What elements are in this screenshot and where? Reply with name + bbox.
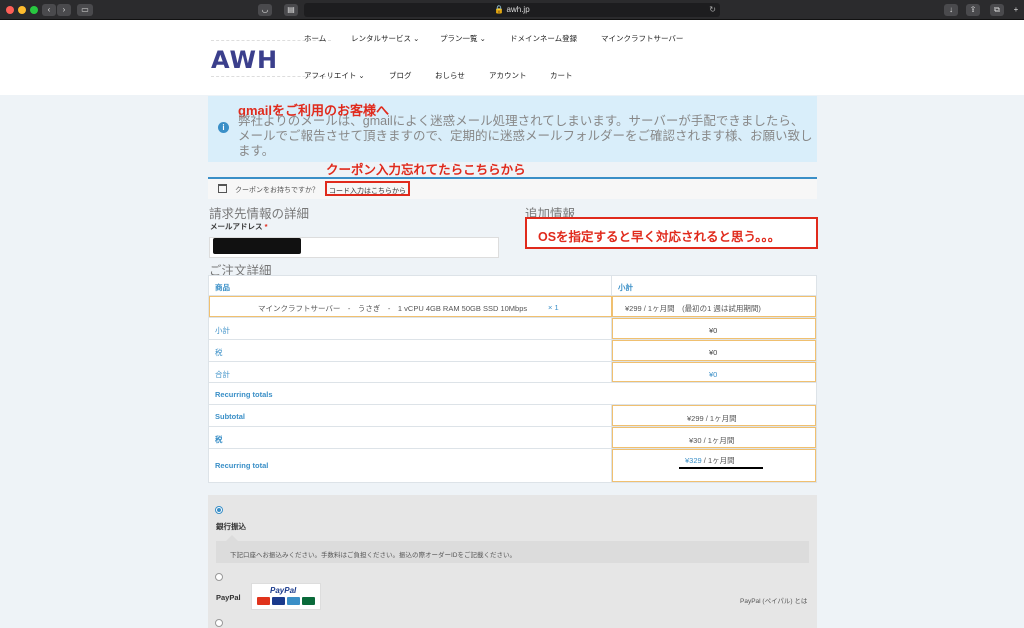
bank-desc-text: 下記口座へお振込みください。手数料はご負担ください。振込の際オーダーIDをご記載… bbox=[230, 552, 516, 559]
tax-label: 税 bbox=[215, 348, 223, 357]
required-mark: * bbox=[264, 222, 268, 231]
minimize-window-button[interactable] bbox=[18, 6, 26, 14]
billing-heading: 請求先情報の詳細 bbox=[209, 207, 310, 221]
email-label: メールアドレス * bbox=[210, 221, 268, 232]
os-annotation: OSを指定すると早く対応されると思う。。。 bbox=[538, 230, 781, 244]
coupon-question: クーポンをお持ちですか？ bbox=[235, 187, 319, 194]
paypal-radio[interactable] bbox=[215, 573, 223, 581]
nav-domain[interactable]: ドメインネーム登録 bbox=[510, 33, 577, 44]
calendar-icon bbox=[218, 184, 227, 193]
site-logo[interactable]: AWH bbox=[211, 46, 278, 74]
redacted-note bbox=[679, 467, 763, 469]
amex-icon bbox=[287, 597, 300, 605]
table-header-row: 商品 小計 bbox=[209, 276, 816, 296]
table-row: 税 ¥30 / 1ヶ月間 bbox=[209, 427, 816, 449]
reader-icon[interactable]: ▤ bbox=[284, 4, 298, 16]
recurring-subtotal-value: ¥299 / 1ヶ月間 bbox=[687, 414, 737, 423]
order-table: 商品 小計 マインクラフトサーバー - うさぎ - 1 vCPU 4GB RAM… bbox=[208, 275, 817, 483]
paypal-logo: PayPal bbox=[251, 583, 321, 610]
item-price: ¥299 / 1ヶ月間 (最初の1 週は試用期間) bbox=[625, 304, 761, 313]
nav-cart[interactable]: カート bbox=[550, 70, 573, 81]
coupon-annotation: クーポン入力忘れてたらこちらから bbox=[326, 163, 526, 177]
table-row: マインクラフトサーバー - うさぎ - 1 vCPU 4GB RAM 50GB … bbox=[209, 296, 816, 318]
nav-home[interactable]: ホーム bbox=[304, 33, 326, 44]
recurring-total-amount: ¥329 bbox=[685, 456, 702, 465]
back-icon[interactable]: ‹ bbox=[42, 4, 56, 16]
nav-rental-services[interactable]: レンタルサービス ⌄ bbox=[351, 33, 419, 44]
nav-news[interactable]: おしらせ bbox=[435, 70, 465, 81]
nav-blog[interactable]: ブログ bbox=[389, 70, 412, 81]
col-subtotal: 小計 bbox=[618, 283, 633, 292]
zoom-window-button[interactable] bbox=[30, 6, 38, 14]
table-row: Subtotal ¥299 / 1ヶ月間 bbox=[209, 405, 816, 427]
tax-value: ¥0 bbox=[709, 348, 718, 357]
recurring-total-period: / 1ヶ月間 bbox=[701, 456, 735, 465]
new-tab-icon[interactable]: + bbox=[1010, 4, 1022, 16]
address-bar[interactable]: 🔒 awh.jp ↻ bbox=[304, 3, 720, 17]
paypal-info-link[interactable]: PayPal (ペイパル) とは bbox=[740, 595, 807, 605]
mastercard-icon bbox=[257, 597, 270, 605]
nav-account[interactable]: アカウント bbox=[489, 70, 527, 81]
nav-plans[interactable]: プラン一覧 ⌄ bbox=[440, 33, 486, 44]
sidebar-icon[interactable]: ▭ bbox=[77, 4, 93, 16]
subtotal-value: ¥0 bbox=[709, 326, 718, 335]
bank-transfer-description: 下記口座へお振込みください。手数料はご負担ください。振込の際オーダーIDをご記載… bbox=[216, 535, 809, 563]
bank-transfer-radio[interactable] bbox=[215, 506, 223, 514]
table-row: 小計 ¥0 bbox=[209, 318, 816, 340]
nav-minecraft[interactable]: マインクラフトサーバー bbox=[601, 33, 683, 44]
table-row: 税 ¥0 bbox=[209, 340, 816, 362]
info-icon: i bbox=[218, 122, 229, 133]
close-window-button[interactable] bbox=[6, 6, 14, 14]
table-row: Recurring total ¥329 / 1ヶ月間 bbox=[209, 449, 816, 482]
nav-affiliate[interactable]: アフィリエイト ⌄ bbox=[304, 70, 365, 81]
pocket-icon[interactable]: ◡ bbox=[258, 4, 272, 16]
recurring-tax-label: 税 bbox=[215, 435, 223, 444]
download-icon[interactable]: ↓ bbox=[944, 4, 958, 16]
paypal-label: PayPal bbox=[216, 593, 241, 602]
site-header: AWH ホーム レンタルサービス ⌄ プラン一覧 ⌄ ドメインネーム登録 マイン… bbox=[0, 20, 1024, 95]
tabs-icon[interactable]: ⧉ bbox=[990, 4, 1004, 16]
total-value: ¥0 bbox=[709, 370, 718, 379]
share-icon[interactable]: ⇪ bbox=[966, 4, 980, 16]
forward-icon[interactable]: › bbox=[57, 4, 71, 16]
recurring-tax-value: ¥30 / 1ヶ月間 bbox=[689, 436, 735, 445]
item-name: マインクラフトサーバー - うさぎ - 1 vCPU 4GB RAM 50GB … bbox=[258, 304, 528, 313]
recurring-total-value: ¥329 / 1ヶ月間 bbox=[685, 455, 735, 466]
recurring-heading-row: Recurring totals bbox=[209, 383, 816, 405]
url-text: awh.jp bbox=[506, 5, 530, 14]
recurring-heading: Recurring totals bbox=[215, 390, 273, 399]
payment-option-radio[interactable] bbox=[215, 619, 223, 627]
coupon-bar: クーポンをお持ちですか？ コード入力はこちらから bbox=[208, 177, 817, 199]
subtotal-label: 小計 bbox=[215, 326, 230, 335]
paypal-logo-text: PayPal bbox=[270, 586, 297, 595]
browser-toolbar: ‹ › ▭ ◡ ▤ 🔒 awh.jp ↻ ↓ ⇪ ⧉ + bbox=[0, 0, 1024, 20]
payment-methods: 銀行振込 下記口座へお振込みください。手数料はご負担ください。振込の際オーダーI… bbox=[208, 495, 817, 628]
col-product: 商品 bbox=[215, 283, 230, 292]
reload-icon[interactable]: ↻ bbox=[709, 3, 716, 17]
gmail-notice: i gmailをご利用のお客様へ 弊社よりのメールは、gmailによく迷惑メール… bbox=[208, 96, 817, 162]
lock-icon: 🔒 bbox=[494, 5, 505, 14]
notice-message: 弊社よりのメールは、gmailによく迷惑メール処理されてしまいます。サーバーが手… bbox=[238, 114, 813, 158]
coupon-link[interactable]: コード入力はこちらから bbox=[325, 181, 410, 196]
bank-transfer-label: 銀行振込 bbox=[216, 522, 246, 531]
item-qty: × 1 bbox=[548, 303, 559, 312]
total-label: 合計 bbox=[215, 370, 230, 379]
recurring-subtotal-label: Subtotal bbox=[215, 412, 245, 421]
recurring-total-label: Recurring total bbox=[215, 461, 269, 470]
redacted-email bbox=[213, 238, 301, 254]
jcb-icon bbox=[302, 597, 315, 605]
visa-icon bbox=[272, 597, 285, 605]
email-label-text: メールアドレス bbox=[210, 222, 263, 231]
card-icons bbox=[257, 597, 315, 605]
table-row: 合計 ¥0 bbox=[209, 362, 816, 383]
os-annotation-box: OSを指定すると早く対応されると思う。。。 bbox=[525, 217, 818, 249]
